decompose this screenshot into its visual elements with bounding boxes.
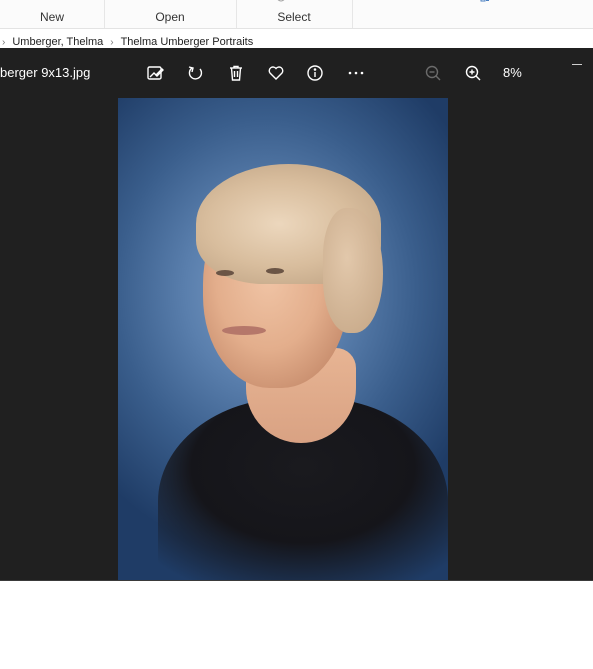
edit-image-icon bbox=[147, 66, 164, 80]
photo-right-eye bbox=[266, 268, 284, 274]
more-options-button[interactable] bbox=[345, 62, 367, 84]
zoom-out-icon bbox=[425, 65, 441, 81]
explorer-content-area bbox=[0, 581, 593, 669]
ribbon-open-group[interactable]: Open bbox=[104, 0, 285, 28]
breadcrumb-item-subfolder[interactable]: Thelma Umberger Portraits bbox=[121, 36, 254, 48]
delete-icon bbox=[230, 65, 242, 81]
zoom-level[interactable]: 8% bbox=[503, 65, 522, 80]
zoom-in-icon bbox=[465, 65, 481, 81]
info-button[interactable] bbox=[304, 62, 326, 84]
select-icon bbox=[480, 0, 489, 2]
ribbon-new-label: New bbox=[39, 10, 64, 24]
favorite-button[interactable] bbox=[265, 62, 287, 84]
rotate-button[interactable] bbox=[185, 62, 207, 84]
ribbon-select-group[interactable]: Select bbox=[236, 0, 489, 28]
zoom-out-button[interactable] bbox=[422, 62, 444, 84]
chevron-right-icon: › bbox=[110, 37, 114, 48]
photo-hair-side bbox=[323, 208, 383, 333]
more-icon bbox=[348, 71, 364, 75]
zoom-in-button[interactable] bbox=[462, 62, 484, 84]
ribbon-new-group[interactable]: New bbox=[0, 0, 105, 28]
explorer-ribbon: New Open Select bbox=[0, 0, 593, 29]
edit-image-button[interactable] bbox=[144, 62, 166, 84]
info-icon bbox=[307, 65, 323, 81]
ribbon-open-label: Open bbox=[155, 10, 185, 24]
photo-viewer-window: berger 9x13.jpg 8% bbox=[0, 48, 593, 581]
minimize-icon[interactable] bbox=[572, 64, 582, 65]
photo-mouth bbox=[222, 326, 266, 335]
rotate-icon bbox=[188, 66, 203, 80]
file-name: berger 9x13.jpg bbox=[0, 65, 91, 80]
photo-left-eye bbox=[216, 270, 234, 276]
chevron-right-icon: › bbox=[2, 37, 6, 48]
ribbon-select-label: Select bbox=[277, 10, 311, 24]
breadcrumb-item-folder[interactable]: Umberger, Thelma bbox=[12, 36, 103, 48]
delete-button[interactable] bbox=[225, 62, 247, 84]
favorite-icon bbox=[268, 66, 284, 80]
portrait-photo bbox=[118, 98, 448, 580]
